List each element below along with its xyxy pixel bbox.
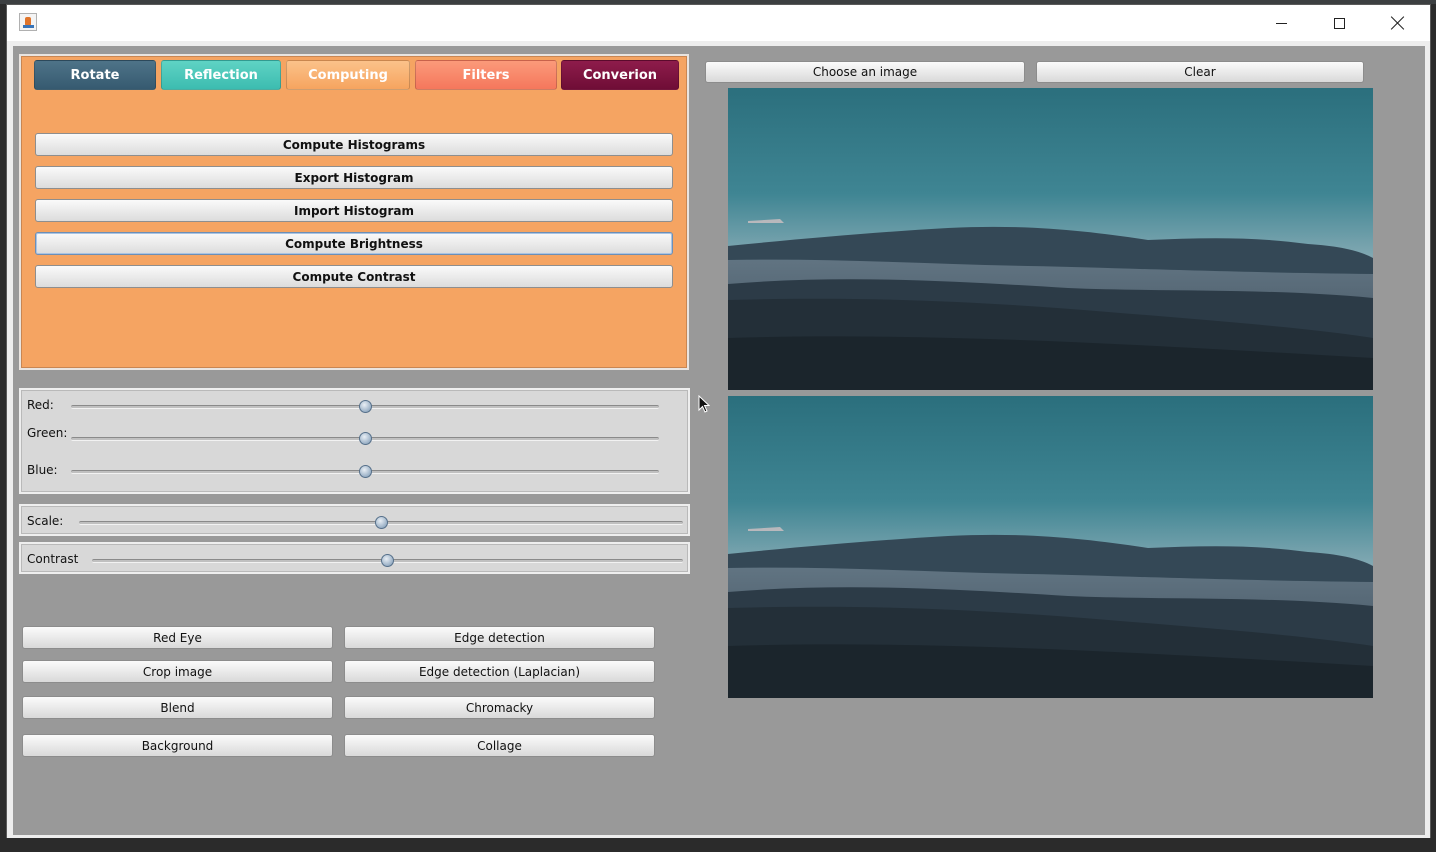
green-slider-thumb[interactable] [358, 432, 372, 445]
tab-rotate[interactable]: Rotate [34, 60, 156, 90]
java-icon [19, 13, 37, 31]
red-slider-thumb[interactable] [358, 400, 372, 413]
landscape-image [728, 88, 1373, 390]
landscape-image [728, 396, 1373, 698]
blue-slider-thumb[interactable] [358, 465, 372, 478]
export-histogram-button[interactable]: Export Histogram [35, 166, 673, 189]
rgb-slider-panel: Red: Green: Blue: [19, 388, 690, 494]
operations-panel: Rotate Reflection Computing Filters Conv… [19, 54, 689, 370]
collage-button[interactable]: Collage [344, 734, 655, 757]
edge-detection-button[interactable]: Edge detection [344, 626, 655, 649]
minimize-button[interactable] [1252, 5, 1310, 41]
choose-image-button[interactable]: Choose an image [705, 61, 1025, 83]
blend-button[interactable]: Blend [22, 696, 333, 719]
red-eye-button[interactable]: Red Eye [22, 626, 333, 649]
scale-slider-thumb[interactable] [374, 516, 388, 529]
background-ide-bottom [0, 838, 1436, 852]
scale-slider-panel: Scale: [19, 504, 690, 536]
chromacky-button[interactable]: Chromacky [344, 696, 655, 719]
tab-conversion[interactable]: Converion [561, 60, 679, 90]
close-button[interactable] [1368, 5, 1426, 41]
tab-filters[interactable]: Filters [415, 60, 557, 90]
minimize-icon [1275, 22, 1287, 24]
clear-button[interactable]: Clear [1036, 61, 1364, 83]
title-bar [7, 5, 1430, 41]
contrast-label: Contrast [27, 552, 79, 566]
blue-label: Blue: [27, 463, 58, 477]
contrast-slider-thumb[interactable] [381, 554, 394, 567]
compute-contrast-button[interactable]: Compute Contrast [35, 265, 673, 288]
contrast-slider-panel: Contrast [19, 542, 690, 574]
client-area: Rotate Reflection Computing Filters Conv… [13, 46, 1425, 835]
scale-label: Scale: [27, 514, 64, 528]
tab-computing[interactable]: Computing [286, 60, 410, 90]
close-icon [1390, 16, 1404, 30]
crop-image-button[interactable]: Crop image [22, 660, 333, 683]
import-histogram-button[interactable]: Import Histogram [35, 199, 673, 222]
maximize-icon [1333, 17, 1345, 29]
app-window: Rotate Reflection Computing Filters Conv… [6, 4, 1431, 842]
original-image [728, 88, 1373, 390]
mouse-cursor-icon [698, 395, 710, 413]
compute-brightness-button[interactable]: Compute Brightness [35, 232, 673, 255]
maximize-button[interactable] [1310, 5, 1368, 41]
red-label: Red: [27, 398, 54, 412]
processed-image [728, 396, 1373, 698]
compute-histograms-button[interactable]: Compute Histograms [35, 133, 673, 156]
tab-reflection[interactable]: Reflection [161, 60, 281, 90]
edge-detection-laplacian-button[interactable]: Edge detection (Laplacian) [344, 660, 655, 683]
green-label: Green: [27, 426, 68, 440]
background-button[interactable]: Background [22, 734, 333, 757]
